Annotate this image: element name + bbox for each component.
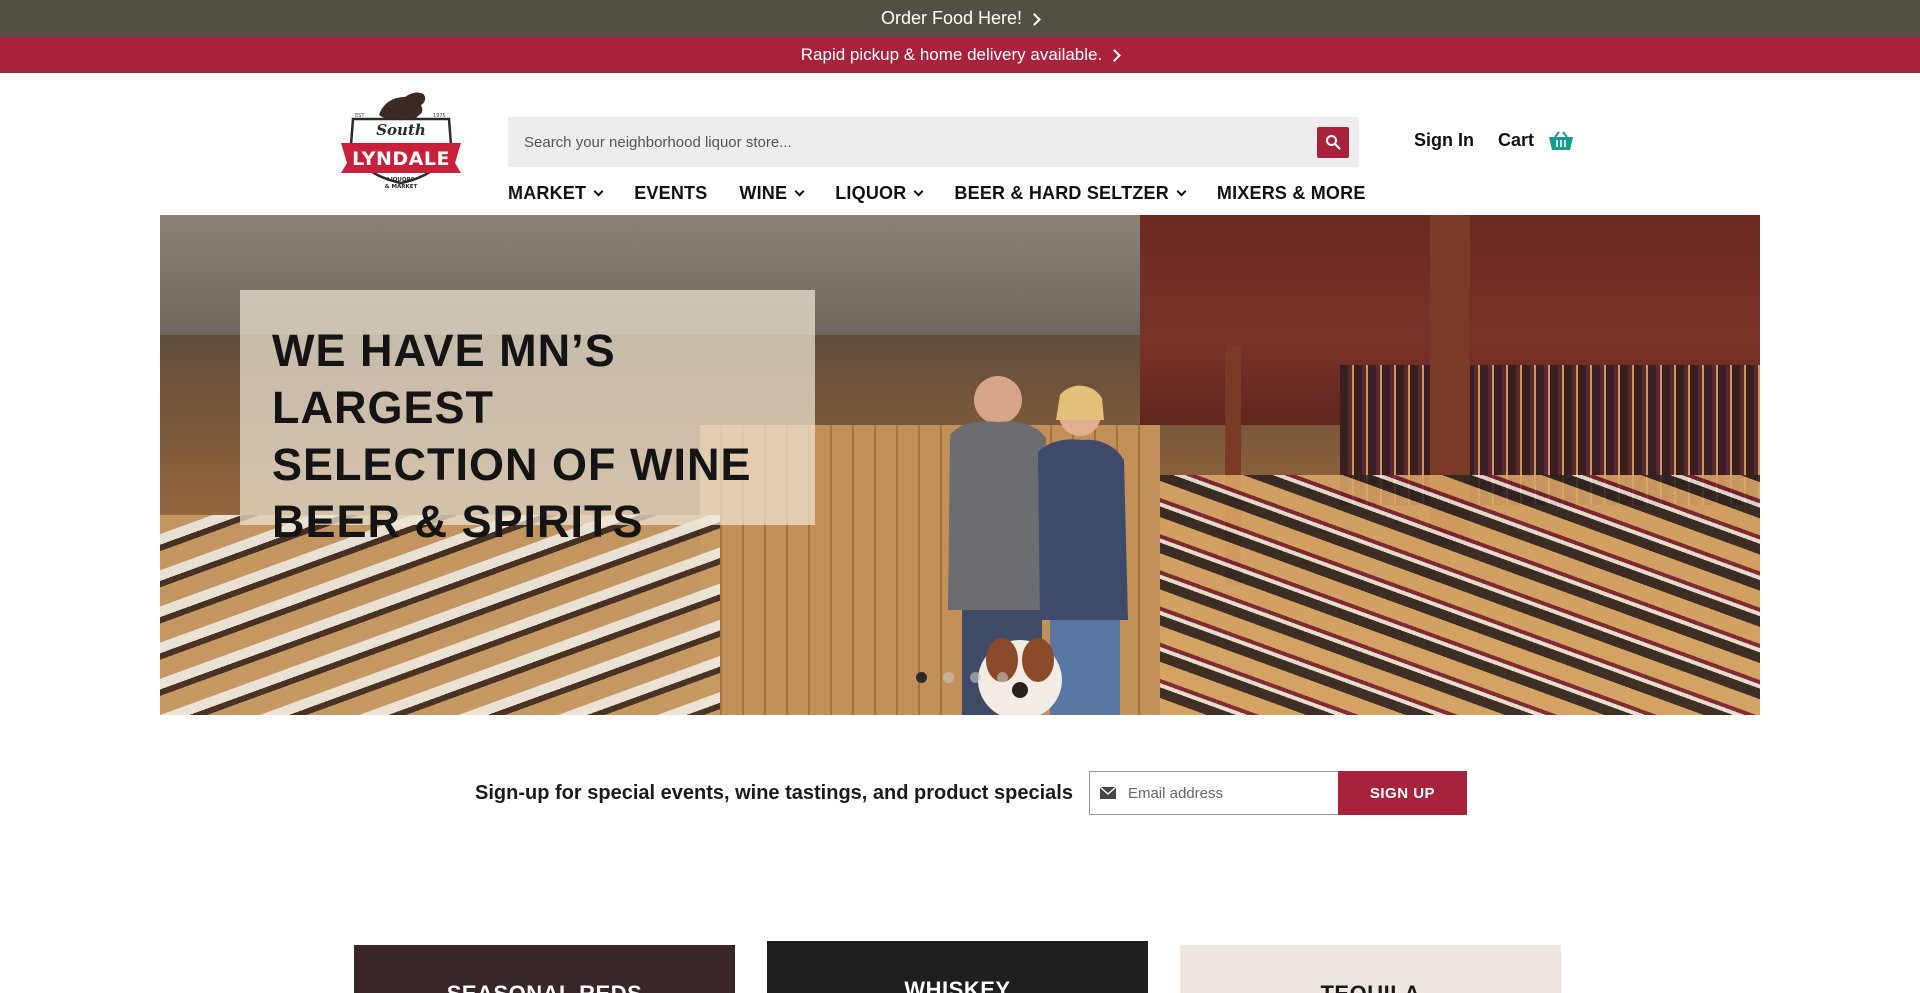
category-tile-seasonal-reds[interactable]: SEASONAL REDS: [354, 945, 735, 993]
nav-wine[interactable]: WINE: [739, 182, 805, 204]
search-input[interactable]: [508, 117, 1317, 167]
search-button[interactable]: [1317, 126, 1349, 158]
carousel-dot[interactable]: [916, 672, 927, 683]
nav-label: BEER & HARD SELTZER: [954, 182, 1169, 203]
newsletter-signup: Sign-up for special events, wine tasting…: [0, 771, 1920, 815]
order-food-label: Order Food Here!: [880, 8, 1023, 28]
carousel-dot[interactable]: [997, 672, 1008, 683]
nav-label: WINE: [739, 182, 788, 203]
signup-text: Sign-up for special events, wine tasting…: [475, 781, 1073, 804]
email-field-wrapper: [1088, 771, 1338, 815]
logo-year: 1975: [433, 113, 446, 119]
cart-link[interactable]: Cart: [1498, 130, 1574, 151]
main-nav: MARKET EVENTS WINE LIQUOR BEER & HARD SE…: [508, 177, 1398, 209]
nav-label: MIXERS & MORE: [1216, 182, 1366, 203]
site-header: EST 1975 South LYNDALE LIQUORS & MARKET …: [0, 73, 1920, 213]
hero-carousel[interactable]: WE HAVE MN’S LARGEST SELECTION OF WINE B…: [160, 215, 1760, 715]
hero-image-wine-racks: [1160, 475, 1760, 715]
sign-in-link[interactable]: Sign In: [1414, 130, 1474, 151]
sign-up-button[interactable]: SIGN UP: [1337, 771, 1467, 815]
logo-sub2: & MARKET: [385, 184, 418, 190]
nav-liquor[interactable]: LIQUOR: [835, 182, 924, 204]
search-icon: [1326, 135, 1341, 150]
carousel-dot[interactable]: [943, 672, 954, 683]
chevron-down-icon: [794, 186, 805, 196]
carousel-dots: [916, 672, 1024, 683]
logo-lyndale: LYNDALE: [352, 148, 450, 170]
delivery-banner[interactable]: Rapid pickup & home delivery available.: [0, 37, 1920, 73]
nav-label: EVENTS: [634, 182, 708, 203]
chevron-down-icon: [1176, 186, 1187, 196]
nav-label: LIQUOR: [835, 182, 907, 203]
category-label: TEQUILA: [1320, 981, 1420, 993]
delivery-label: Rapid pickup & home delivery available.: [800, 45, 1103, 64]
search-bar: [508, 117, 1359, 167]
south-lyndale-logo[interactable]: EST 1975 South LYNDALE LIQUORS & MARKET: [339, 85, 463, 195]
cart-label: Cart: [1498, 130, 1535, 150]
nav-market[interactable]: MARKET: [508, 182, 604, 204]
hero-text-panel: WE HAVE MN’S LARGEST SELECTION OF WINE B…: [240, 290, 815, 547]
nav-label: MARKET: [508, 182, 587, 203]
nav-events[interactable]: EVENTS: [634, 183, 707, 204]
logo-south: South: [376, 121, 426, 139]
nav-mixers-more[interactable]: MIXERS & MORE: [1217, 183, 1366, 204]
chevron-down-icon: [593, 186, 604, 196]
nav-beer-hard-seltzer[interactable]: BEER & HARD SELTZER: [954, 182, 1187, 204]
logo-est: EST: [355, 113, 365, 119]
category-label: WHISKEY: [904, 977, 1011, 993]
chevron-right-icon: [1028, 12, 1041, 26]
carousel-dot[interactable]: [970, 672, 981, 683]
hero-image-people: [948, 376, 1128, 715]
logo-sub1: LIQUORS: [387, 177, 415, 183]
chevron-down-icon: [913, 186, 924, 196]
order-food-banner[interactable]: Order Food Here!: [0, 0, 1920, 37]
chevron-right-icon: [1108, 49, 1122, 62]
basket-icon: [1549, 130, 1574, 150]
category-tile-tequila[interactable]: TEQUILA: [1180, 945, 1561, 993]
category-label: SEASONAL REDS: [447, 981, 643, 993]
hero-headline: WE HAVE MN’S LARGEST SELECTION OF WINE B…: [272, 325, 752, 547]
envelope-icon: [1099, 787, 1116, 799]
category-tile-whiskey[interactable]: WHISKEY: [767, 941, 1148, 993]
email-field[interactable]: [1127, 784, 1318, 802]
